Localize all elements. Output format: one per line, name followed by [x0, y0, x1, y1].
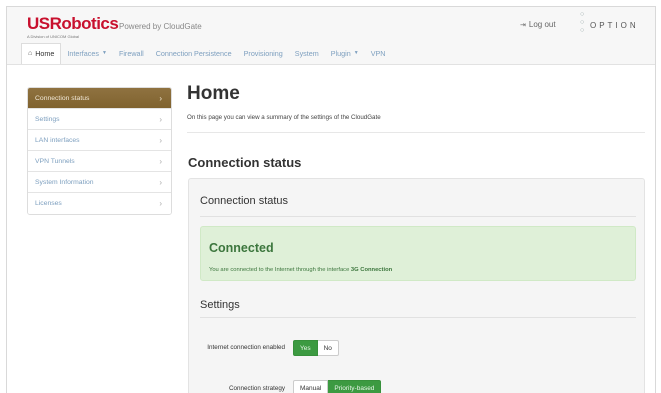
sidebar-item-label: Connection status	[35, 94, 90, 102]
chevron-right-icon: ›	[159, 114, 162, 124]
internet-enabled-label: Internet connection enabled	[207, 344, 285, 351]
sidebar-item-label: VPN Tunnels	[35, 157, 75, 165]
nav-system-label: System	[294, 48, 319, 58]
caret-down-icon: ▼	[353, 50, 359, 56]
top-header: USRobotics A Division of UNICOM Global P…	[7, 7, 655, 65]
chevron-right-icon: ›	[159, 135, 162, 145]
section-title: Connection status	[188, 155, 302, 170]
caret-down-icon: ▼	[101, 50, 107, 56]
app-window: USRobotics A Division of UNICOM Global P…	[6, 6, 656, 393]
internet-enabled-toggle: Yes No	[293, 340, 339, 356]
nav-provisioning[interactable]: Provisioning	[238, 43, 289, 63]
nav-firewall-label: Firewall	[118, 48, 144, 58]
chevron-right-icon: ›	[159, 93, 162, 103]
option-logo: ○ ○ ○ OPTION	[580, 11, 652, 41]
option-dots-icon: ○ ○ ○	[580, 11, 585, 34]
sidebar-item-lan-interfaces[interactable]: LAN interfaces ›	[28, 130, 171, 151]
page-title: Home	[187, 83, 240, 104]
nav-home[interactable]: ⌂ Home	[21, 42, 62, 64]
home-icon: ⌂	[28, 50, 33, 57]
nav-firewall[interactable]: Firewall	[113, 43, 150, 63]
strategy-manual-button[interactable]: Manual	[293, 380, 329, 393]
chevron-right-icon: ›	[159, 177, 162, 187]
connection-status-panel: Connection status Connected You are conn…	[188, 178, 645, 393]
brand-name: USRobotics	[27, 14, 119, 33]
internet-yes-button[interactable]: Yes	[293, 340, 318, 356]
nav-vpn-label: VPN	[370, 48, 386, 58]
nav-home-label: Home	[35, 49, 55, 58]
sidebar-item-label: Licenses	[35, 200, 62, 207]
divider	[200, 317, 636, 318]
settings-title: Settings	[200, 299, 240, 311]
connection-alert: Connected You are connected to the Inter…	[200, 226, 636, 281]
nav-provisioning-label: Provisioning	[243, 48, 283, 58]
panel-title: Connection status	[200, 195, 289, 207]
nav-connection-persistence[interactable]: Connection Persistence	[150, 43, 238, 63]
divider	[200, 216, 636, 217]
sidebar-item-settings[interactable]: Settings ›	[28, 109, 171, 130]
nav-interfaces-label: Interfaces	[67, 48, 99, 58]
connection-message-text: You are connected to the Internet throug…	[209, 267, 351, 273]
sidebar-item-label: LAN interfaces	[35, 136, 80, 144]
main-nav: ⌂ Home Interfaces ▼ Firewall Connection …	[21, 42, 392, 64]
brand-logo[interactable]: USRobotics A Division of UNICOM Global	[27, 14, 119, 39]
logout-icon: ⇥	[520, 21, 526, 29]
nav-vpn[interactable]: VPN	[365, 43, 392, 63]
nav-plugin-label: Plugin	[330, 48, 351, 58]
divider	[187, 132, 645, 133]
sidebar-item-system-information[interactable]: System Information ›	[28, 172, 171, 193]
option-logo-text: OPTION	[590, 21, 639, 30]
nav-interfaces[interactable]: Interfaces ▼	[61, 43, 113, 63]
connection-strategy-toggle: Manual Priority-based	[293, 380, 382, 393]
powered-by-text: Powered by CloudGate	[119, 22, 202, 31]
sidebar-menu: Connection status › Settings › LAN inter…	[27, 87, 172, 215]
sidebar-item-licenses[interactable]: Licenses ›	[28, 193, 171, 214]
logout-label: Log out	[528, 20, 556, 29]
strategy-priority-button[interactable]: Priority-based	[328, 380, 382, 393]
internet-no-button[interactable]: No	[317, 340, 339, 356]
connection-strategy-label: Connection strategy	[228, 385, 285, 392]
nav-connection-persistence-label: Connection Persistence	[155, 48, 232, 58]
logout-link[interactable]: ⇥ Log out	[520, 20, 556, 29]
connection-interface: 3G Connection	[350, 267, 393, 273]
connection-message: You are connected to the Internet throug…	[209, 267, 392, 273]
sidebar-item-label: System Information	[35, 178, 94, 186]
brand-subtitle: A Division of UNICOM Global	[27, 34, 80, 39]
chevron-right-icon: ›	[159, 156, 162, 166]
connection-state: Connected	[209, 241, 274, 255]
sidebar-item-connection-status[interactable]: Connection status ›	[28, 88, 171, 109]
nav-plugin[interactable]: Plugin ▼	[325, 43, 365, 63]
sidebar-item-vpn-tunnels[interactable]: VPN Tunnels ›	[28, 151, 171, 172]
sidebar-item-label: Settings	[35, 115, 60, 123]
chevron-right-icon: ›	[159, 199, 162, 208]
nav-system[interactable]: System	[289, 43, 325, 63]
page-description: On this page you can view a summary of t…	[187, 114, 381, 121]
